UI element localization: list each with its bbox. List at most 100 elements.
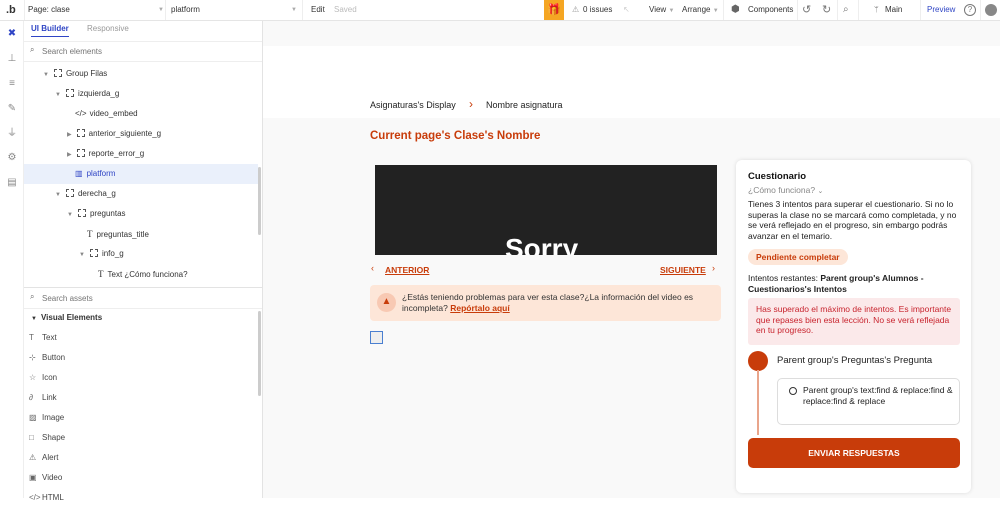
redo-icon[interactable]: ↻ — [822, 0, 831, 20]
breadcrumb-parent[interactable]: Asignaturas's Display — [370, 100, 456, 110]
tree-item-preguntas[interactable]: ▼ preguntas — [67, 204, 126, 224]
image-icon: ▨ — [29, 413, 37, 422]
user-avatar-icon[interactable] — [985, 4, 997, 16]
asset-image[interactable]: ▨ Image — [29, 408, 64, 428]
tree-item-platform[interactable]: ▥ platform — [75, 164, 115, 184]
video-error-text: Sorry — [505, 233, 579, 255]
edit-menu[interactable]: Edit — [311, 0, 325, 20]
link-icon: ∂ — [29, 393, 33, 402]
quiz-card: Cuestionario ¿Cómo funciona? ⌄ Tienes 3 … — [736, 160, 971, 493]
quiz-description: Tienes 3 intentos para superar el cuesti… — [748, 199, 957, 242]
asset-video[interactable]: ▣ Video — [29, 468, 62, 488]
video-embed[interactable]: Sorry — [375, 165, 717, 255]
page-selector-label: Page: clase — [28, 5, 70, 14]
logs-icon[interactable]: ▤ — [6, 177, 18, 189]
cube-icon: ⬢ — [731, 4, 740, 15]
search-icon: ⌕ — [30, 292, 35, 301]
asset-html[interactable]: </>HTML — [29, 488, 64, 508]
help-icon[interactable]: ? — [964, 4, 976, 16]
asset-button[interactable]: ⊹ Button — [29, 348, 65, 368]
tree-scrollbar[interactable] — [258, 167, 261, 235]
design-icon[interactable]: ✖ — [6, 28, 18, 40]
gift-icon[interactable]: 🎁 — [544, 0, 564, 20]
how-it-works-toggle[interactable]: ¿Cómo funciona? ⌄ — [748, 185, 823, 195]
report-error-banner: ▲ ¿Estás teniendo problemas para ver est… — [370, 285, 721, 321]
branch-selector[interactable]: Main — [885, 0, 902, 20]
submit-answers-button[interactable]: ENVIAR RESPUESTAS — [748, 438, 960, 468]
tree-item-anterior-siguiente-g[interactable]: ▶ anterior_siguiente_g — [67, 124, 161, 144]
chevron-down-icon: ▼ — [158, 7, 164, 13]
page-title: Current page's Clase's Nombre — [370, 130, 541, 142]
issues-button[interactable]: 0 issues — [583, 0, 612, 20]
saved-status: Saved — [334, 5, 357, 14]
tree-item-text-como-funciona[interactable]: T Text ¿Cómo funciona? — [98, 264, 188, 284]
elements-panel: UI Builder Responsive ⌕ ▼Group Filas ▼iz… — [24, 21, 263, 502]
assets-scrollbar[interactable] — [258, 311, 261, 396]
radio-button[interactable] — [789, 387, 797, 395]
answer-option-text: Parent group's text:find & replace:find … — [803, 385, 953, 406]
question-step-marker — [748, 351, 768, 371]
canvas: Asignaturas's Display › Nombre asignatur… — [263, 21, 1000, 498]
report-link[interactable]: Repórtalo aquí — [450, 303, 510, 313]
step-line — [757, 370, 759, 435]
components-button[interactable]: Components — [748, 0, 793, 20]
left-icon-bar: ✖ ⊥ ≡ ✎ ⏚ ⚙ ▤ — [0, 21, 24, 498]
chevron-down-icon: ▼ — [291, 7, 297, 13]
asset-icon[interactable]: ☆ Icon — [29, 368, 57, 388]
shape-icon: □ — [29, 433, 34, 442]
bubble-logo[interactable]: .b — [6, 0, 16, 20]
tree-item-reporte-error-g[interactable]: ▶ reporte_error_g — [67, 144, 144, 164]
hierarchy-icon[interactable]: ⊥ — [6, 53, 18, 65]
status-badge: Pendiente completar — [748, 249, 848, 265]
element-selector[interactable]: platform ▼ — [171, 0, 297, 20]
search-elements-input[interactable] — [42, 43, 257, 59]
asset-link[interactable]: ∂ Link — [29, 388, 57, 408]
view-menu[interactable]: View ▼ — [649, 0, 674, 20]
warning-icon: ▲ — [377, 293, 396, 312]
top-toolbar: .b Page: clase ▼ platform ▼ Edit Saved 🎁 ⚠… — [0, 0, 1000, 21]
text-icon: T — [29, 333, 34, 342]
video-icon: ▣ — [29, 473, 37, 482]
star-icon: ☆ — [29, 373, 37, 382]
tree-item-info-g[interactable]: ▼ info_g — [79, 244, 124, 264]
tab-responsive[interactable]: Responsive — [87, 24, 129, 33]
chevron-left-icon: ‹ — [371, 263, 374, 273]
tree-item-group-filas[interactable]: ▼ Group Filas — [43, 64, 107, 84]
branch-icon: ᛘ — [874, 5, 879, 14]
previous-link[interactable]: ANTERIOR — [385, 265, 429, 275]
platform-image-placeholder[interactable] — [370, 331, 383, 344]
alert-icon: ⚠ — [29, 453, 37, 462]
tree-item-video-embed[interactable]: </> video_embed — [75, 104, 138, 124]
tab-ui-builder[interactable]: UI Builder — [31, 24, 69, 37]
quiz-title: Cuestionario — [748, 171, 807, 182]
report-text: ¿Estás teniendo problemas para ver esta … — [402, 292, 694, 313]
chevron-right-icon: › — [712, 263, 715, 273]
next-link[interactable]: SIGUIENTE — [660, 265, 706, 275]
answer-option[interactable]: Parent group's text:find & replace:find … — [777, 378, 960, 425]
undo-icon[interactable]: ↺ — [802, 0, 811, 20]
button-icon: ⊹ — [29, 353, 36, 362]
search-icon: ⌕ — [30, 45, 35, 54]
asset-alert[interactable]: ⚠ Alert — [29, 448, 58, 468]
page-selector[interactable]: Page: clase ▼ — [28, 0, 164, 20]
tree-item-preguntas-title[interactable]: Tpreguntas_title — [87, 224, 149, 244]
pointer-icon[interactable]: ↖ — [623, 0, 630, 20]
visual-elements-header[interactable]: ▼ Visual Elements — [31, 313, 102, 322]
breadcrumb-current: Nombre asignatura — [486, 100, 563, 110]
styles-icon[interactable]: ✎ — [6, 103, 18, 115]
chevron-right-icon: › — [469, 97, 473, 111]
preview-button[interactable]: Preview — [927, 0, 955, 20]
search-assets-input[interactable] — [42, 290, 257, 306]
settings-icon[interactable]: ⚙ — [6, 152, 18, 164]
asset-text[interactable]: T Text — [29, 328, 57, 348]
search-icon[interactable]: ⌕ — [843, 0, 849, 20]
plugins-icon[interactable]: ⏚ — [6, 128, 18, 140]
data-icon[interactable]: ≡ — [6, 78, 18, 90]
asset-shape[interactable]: □ Shape — [29, 428, 65, 448]
html-icon: </> — [29, 493, 41, 502]
arrange-label: Arrange — [682, 5, 711, 14]
tree-item-derecha-g[interactable]: ▼ derecha_g — [55, 184, 116, 204]
arrange-menu[interactable]: Arrange ▼ — [682, 0, 719, 20]
view-label: View — [649, 5, 667, 14]
tree-item-izquierda-g[interactable]: ▼ izquierda_g — [55, 84, 119, 104]
